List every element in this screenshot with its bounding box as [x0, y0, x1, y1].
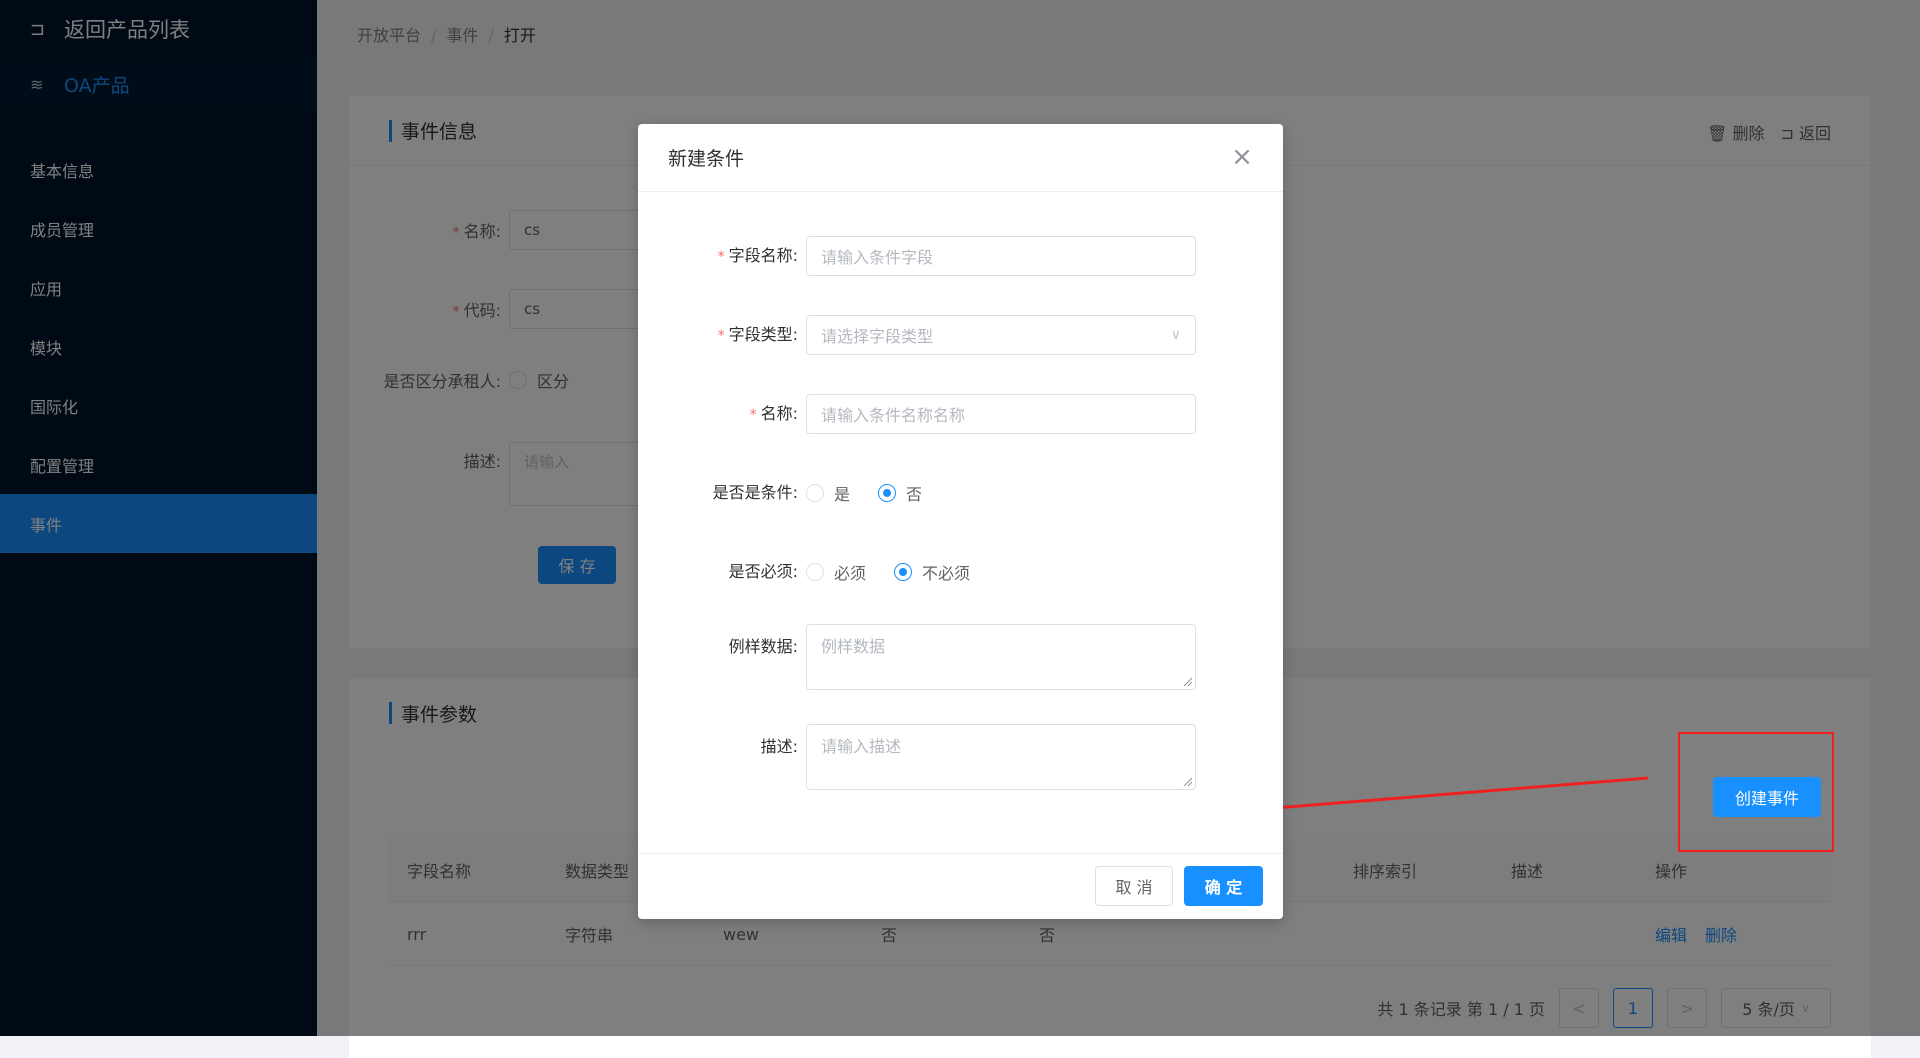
field-name-label: 字段名称: [728, 246, 798, 265]
is-condition-no[interactable]: 否 [878, 481, 922, 505]
required-label: 是否必须: [728, 562, 798, 581]
required-yes[interactable]: 必须 [806, 560, 866, 584]
resize-handle-icon[interactable] [1182, 676, 1192, 686]
is-condition-label: 是否是条件: [712, 483, 798, 502]
radio-unchecked[interactable] [806, 484, 824, 502]
condition-name-label: 名称: [760, 404, 798, 423]
field-type-placeholder: 请选择字段类型 [821, 327, 934, 346]
required-no[interactable]: 不必须 [894, 560, 970, 584]
chevron-down-icon: ∨ [1170, 327, 1181, 343]
close-icon[interactable]: × [1227, 142, 1257, 172]
radio-checked[interactable] [894, 563, 913, 581]
cancel-button[interactable]: 取 消 [1095, 866, 1173, 906]
confirm-button[interactable]: 确 定 [1184, 866, 1263, 906]
field-type-select[interactable]: 请选择字段类型 ∨ [806, 315, 1196, 355]
dialog-title: 新建条件 [668, 148, 745, 170]
resize-handle-icon[interactable] [1182, 776, 1192, 786]
radio-checked[interactable] [878, 484, 897, 502]
field-name-input[interactable]: 请输入条件字段 [806, 236, 1196, 276]
field-type-label: 字段类型: [728, 325, 798, 344]
required-radio-group: 必须 不必须 [806, 552, 998, 592]
condition-name-input[interactable]: 请输入条件名称名称 [806, 394, 1196, 434]
dialog-desc-label: 描述: [760, 737, 798, 756]
dialog-footer: 取 消 确 定 [638, 853, 1283, 919]
sample-label: 例样数据: [728, 637, 798, 656]
is-condition-radio-group: 是 否 [806, 473, 950, 513]
new-condition-dialog: 新建条件 × * 字段名称: 请输入条件字段 * 字段类型: 请选择字段类型 ∨ *… [638, 124, 1283, 919]
sample-data-textarea[interactable]: 例样数据 [806, 624, 1196, 690]
radio-unchecked[interactable] [806, 563, 824, 581]
is-condition-yes[interactable]: 是 [806, 481, 850, 505]
description-textarea[interactable]: 请输入描述 [806, 724, 1196, 790]
